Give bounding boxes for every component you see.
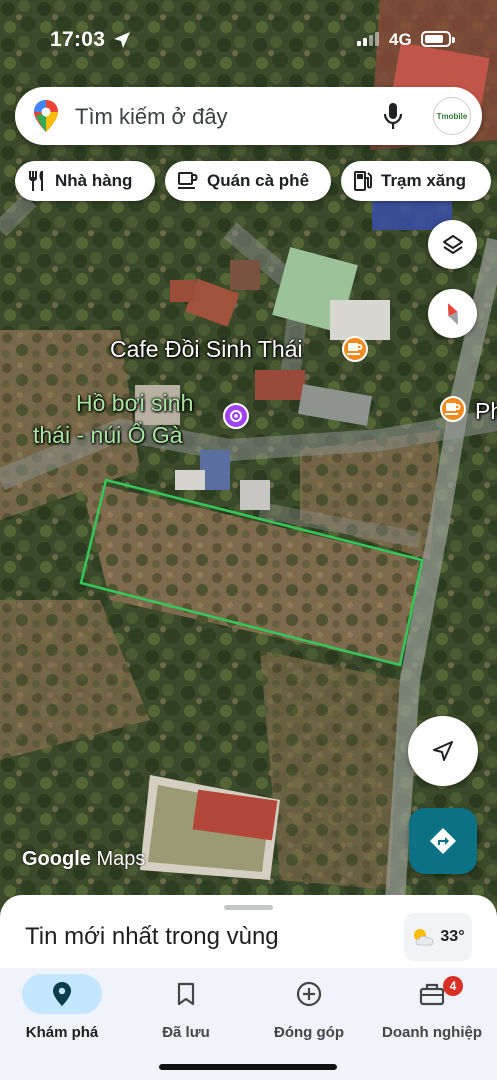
nav-label: Khám phá bbox=[25, 1024, 99, 1041]
cafe-marker-edge[interactable] bbox=[440, 396, 466, 422]
layers-button[interactable] bbox=[428, 220, 477, 269]
directions-icon bbox=[430, 828, 456, 854]
compass-icon bbox=[447, 302, 458, 325]
account-avatar[interactable]: Tmobile bbox=[433, 97, 471, 135]
map-label-cafe-edge[interactable]: Ph bbox=[475, 398, 497, 425]
nav-contribute[interactable]: Đóng góp bbox=[247, 974, 371, 1041]
restaurant-icon bbox=[29, 171, 43, 191]
pool-marker[interactable] bbox=[223, 403, 249, 429]
attribution-maps: Maps bbox=[96, 848, 146, 870]
map-label-pool[interactable]: Hồ bơi sinh thái - núi Ổ Gà bbox=[33, 387, 194, 451]
battery-icon bbox=[421, 31, 451, 47]
microphone-icon[interactable] bbox=[383, 102, 403, 130]
coffee-icon bbox=[347, 343, 363, 355]
bookmark-icon bbox=[177, 982, 195, 1006]
attraction-icon bbox=[230, 410, 242, 422]
add-circle-icon bbox=[296, 981, 322, 1007]
compass-button[interactable] bbox=[428, 289, 477, 338]
location-arrow-icon bbox=[114, 32, 130, 48]
search-input[interactable]: Tìm kiếm ở đây bbox=[75, 104, 228, 130]
home-indicator[interactable] bbox=[159, 1064, 337, 1070]
map-label-pool-line2: thái - núi Ổ Gà bbox=[33, 422, 183, 448]
weather-badge[interactable]: 33° bbox=[404, 913, 472, 961]
nav-business[interactable]: 4 Doanh nghiệp bbox=[370, 974, 494, 1041]
gas-station-icon bbox=[354, 171, 372, 191]
weather-temperature: 33° bbox=[440, 928, 465, 945]
my-location-button[interactable] bbox=[408, 716, 478, 786]
map-attribution: Google Maps bbox=[22, 848, 145, 871]
partly-cloudy-icon bbox=[414, 929, 434, 946]
coffee-icon bbox=[445, 403, 461, 415]
layers-icon bbox=[442, 234, 463, 254]
search-bar[interactable]: Tìm kiếm ở đây Tmobile bbox=[15, 87, 482, 145]
explore-pin-icon bbox=[53, 982, 71, 1006]
chip-cafes[interactable]: Quán cà phê bbox=[165, 161, 331, 201]
navigation-arrow-icon bbox=[433, 741, 453, 761]
nav-label: Đóng góp bbox=[274, 1024, 344, 1041]
map-label-pool-line1: Hồ bơi sinh bbox=[76, 390, 194, 416]
coffee-icon bbox=[178, 172, 198, 189]
google-maps-pin-icon bbox=[34, 100, 58, 132]
nav-explore-indicator bbox=[22, 974, 102, 1014]
signal-bars-icon bbox=[357, 32, 379, 46]
chip-label: Nhà hàng bbox=[55, 171, 133, 190]
sheet-title: Tin mới nhất trong vùng bbox=[25, 923, 279, 950]
map-label-cafe[interactable]: Cafe Đồi Sinh Thái bbox=[110, 336, 303, 363]
chip-label: Quán cà phê bbox=[207, 171, 310, 190]
notification-badge: 4 bbox=[443, 976, 463, 996]
cafe-marker[interactable] bbox=[342, 336, 368, 362]
drag-handle[interactable] bbox=[224, 905, 273, 910]
directions-button[interactable] bbox=[409, 808, 477, 874]
status-time: 17:03 bbox=[50, 28, 106, 51]
chip-label: Trạm xăng bbox=[381, 171, 467, 190]
status-bar: 17:03 4G bbox=[0, 28, 497, 56]
nav-label: Doanh nghiệp bbox=[382, 1024, 482, 1041]
attribution-google: Google bbox=[22, 848, 91, 870]
chip-gas-stations[interactable]: Trạm xăng bbox=[341, 161, 491, 201]
nav-label: Đã lưu bbox=[162, 1024, 210, 1041]
chip-restaurants[interactable]: Nhà hàng bbox=[15, 161, 155, 201]
business-icon bbox=[419, 983, 445, 1006]
nav-saved[interactable]: Đã lưu bbox=[124, 974, 248, 1041]
network-type: 4G bbox=[389, 30, 412, 49]
nav-explore[interactable]: Khám phá bbox=[0, 974, 124, 1041]
